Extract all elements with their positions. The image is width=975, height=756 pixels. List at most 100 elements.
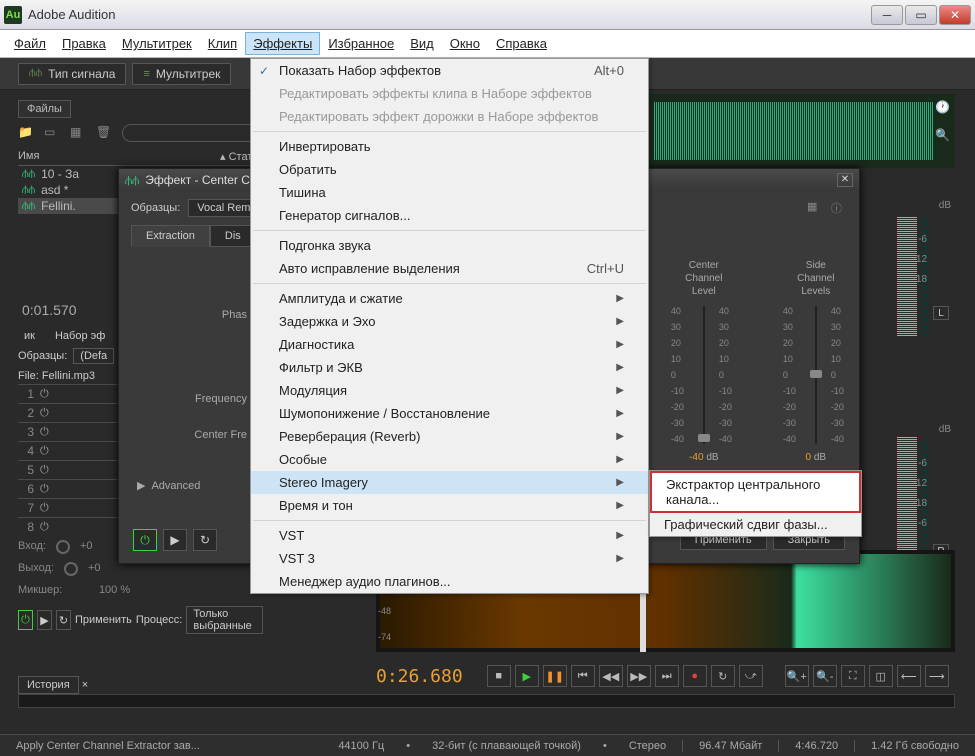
menu-item[interactable]: Время и тон▶ <box>251 494 648 517</box>
preset-dropdown[interactable]: (Defa <box>73 348 114 364</box>
zoom-in-point-button[interactable]: ⟵ <box>897 665 921 687</box>
menu-item[interactable]: Амплитуда и сжатие▶ <box>251 287 648 310</box>
slider-thumb[interactable] <box>698 434 710 442</box>
output-knob[interactable] <box>64 562 78 576</box>
search-input[interactable] <box>122 124 258 142</box>
preview-play-button[interactable]: ▶ <box>163 529 187 551</box>
menu-effects[interactable]: Эффекты <box>245 32 320 55</box>
waveform-icon: ⫛⫛ <box>22 184 35 197</box>
power-icon[interactable]: ⏻ <box>40 502 49 515</box>
zoom-out-button[interactable]: 🔍- <box>813 665 837 687</box>
menu-item[interactable]: ✓Показать Набор эффектовAlt+0 <box>251 59 648 82</box>
tab-effect-rack[interactable]: Набор эф <box>49 328 111 344</box>
tab-unknown[interactable]: ик <box>18 328 41 344</box>
info-icon[interactable]: ⓘ <box>831 200 847 216</box>
new-file-icon[interactable]: ▦ <box>70 125 88 141</box>
effect-power-button[interactable]: ⏻ <box>133 529 157 551</box>
center-level-slider[interactable]: 40 30 20 10 0 -10 -20 -30 -40 40 30 20 1… <box>689 306 719 444</box>
menu-view[interactable]: Вид <box>402 32 442 55</box>
history-tab[interactable]: История <box>18 676 79 694</box>
menu-item[interactable]: VST▶ <box>251 524 648 547</box>
slider-value: 0 dB <box>791 452 841 463</box>
skip-back-button[interactable]: ⏮ <box>571 665 595 687</box>
clock-icon[interactable]: 🕐 <box>935 100 953 114</box>
power-button[interactable]: ⏻ <box>18 610 33 630</box>
menu-item[interactable]: Модуляция▶ <box>251 379 648 402</box>
power-icon[interactable]: ⏻ <box>40 521 49 534</box>
menu-item[interactable]: Шумопонижение / Восстановление▶ <box>251 402 648 425</box>
workspace-tab-waveform[interactable]: ⫛⫛Тип сигнала <box>18 63 126 85</box>
side-level-slider[interactable]: 40 30 20 10 0 -10 -20 -30 -40 40 30 20 1… <box>801 306 831 444</box>
menu-item[interactable]: Особые▶ <box>251 448 648 471</box>
loop-button[interactable]: ↻ <box>711 665 735 687</box>
preset-dropdown[interactable]: Vocal Rem <box>188 199 259 217</box>
record-button[interactable]: ● <box>683 665 707 687</box>
menu-help[interactable]: Справка <box>488 32 555 55</box>
files-tab[interactable]: Файлы <box>18 100 71 118</box>
tab-extraction[interactable]: Extraction <box>131 225 210 247</box>
input-knob[interactable] <box>56 540 70 554</box>
save-preset-icon[interactable]: ▦ <box>807 200 823 216</box>
power-icon[interactable]: ⏻ <box>40 445 49 458</box>
col-name[interactable]: Имя <box>18 150 220 163</box>
minimize-button[interactable]: ─ <box>871 5 903 25</box>
menu-item[interactable]: Менеджер аудио плагинов... <box>251 570 648 593</box>
workspace-tab-multitrack[interactable]: ≡Мультитрек <box>132 63 231 85</box>
dialog-close-button[interactable]: ✕ <box>837 173 853 187</box>
slider-thumb[interactable] <box>810 370 822 378</box>
channel-left[interactable]: L <box>933 306 949 320</box>
menu-item[interactable]: Тишина <box>251 181 648 204</box>
pause-button[interactable]: ❚❚ <box>543 665 567 687</box>
play-button[interactable]: ▶ <box>515 665 539 687</box>
apply-button[interactable]: Применить <box>75 614 132 626</box>
process-dropdown[interactable]: Только выбранные <box>186 606 263 634</box>
stop-button[interactable]: ■ <box>487 665 511 687</box>
zoom-full-button[interactable]: ⛶ <box>841 665 865 687</box>
rewind-button[interactable]: ◀◀ <box>599 665 623 687</box>
import-icon[interactable]: ▭ <box>44 125 62 141</box>
menu-multitrack[interactable]: Мультитрек <box>114 32 200 55</box>
menu-item[interactable]: Задержка и Эхо▶ <box>251 310 648 333</box>
menu-window[interactable]: Окно <box>442 32 488 55</box>
trash-icon[interactable]: 🗑 <box>96 125 114 141</box>
close-button[interactable]: ✕ <box>939 5 971 25</box>
waveform-right <box>897 216 917 336</box>
zoom-selection-button[interactable]: ◫ <box>869 665 893 687</box>
zoom-in-button[interactable]: 🔍+ <box>785 665 809 687</box>
power-icon[interactable]: ⏻ <box>40 464 49 477</box>
power-icon[interactable]: ⏻ <box>40 388 49 401</box>
menu-item[interactable]: Генератор сигналов... <box>251 204 648 227</box>
menu-favorites[interactable]: Избранное <box>320 32 402 55</box>
menu-item[interactable]: Фильтр и ЭКВ▶ <box>251 356 648 379</box>
skip-forward-button[interactable]: ⏭ <box>655 665 679 687</box>
zoom-icon[interactable]: 🔍 <box>935 128 953 142</box>
open-folder-icon[interactable]: 📁 <box>18 125 36 141</box>
menu-item[interactable]: Подгонка звука <box>251 234 648 257</box>
menu-item[interactable]: Авто исправление выделенияCtrl+U <box>251 257 648 280</box>
menu-edit[interactable]: Правка <box>54 32 114 55</box>
menu-item[interactable]: Реверберация (Reverb)▶ <box>251 425 648 448</box>
menu-item[interactable]: VST 3▶ <box>251 547 648 570</box>
power-icon[interactable]: ⏻ <box>40 407 49 420</box>
tab-discrimination[interactable]: Dis <box>210 225 256 247</box>
menu-clip[interactable]: Клип <box>200 32 245 55</box>
menu-file[interactable]: Файл <box>6 32 54 55</box>
maximize-button[interactable]: ▭ <box>905 5 937 25</box>
loop-button[interactable]: ↻ <box>56 610 71 630</box>
status-sample-rate: 44100 Гц <box>332 740 390 752</box>
waveform-graphic <box>654 102 933 160</box>
play-button[interactable]: ▶ <box>37 610 52 630</box>
menu-item[interactable]: Обратить <box>251 158 648 181</box>
menu-item[interactable]: Диагностика▶ <box>251 333 648 356</box>
input-label: Вход: <box>18 540 46 554</box>
preview-loop-button[interactable]: ↻ <box>193 529 217 551</box>
submenu-graphic-phase[interactable]: Графический сдвиг фазы... <box>650 513 861 536</box>
menu-item[interactable]: Stereo Imagery▶ <box>251 471 648 494</box>
power-icon[interactable]: ⏻ <box>40 426 49 439</box>
power-icon[interactable]: ⏻ <box>40 483 49 496</box>
zoom-out-point-button[interactable]: ⟶ <box>925 665 949 687</box>
menu-item[interactable]: Инвертировать <box>251 135 648 158</box>
forward-button[interactable]: ▶▶ <box>627 665 651 687</box>
submenu-center-extractor[interactable]: Экстрактор центрального канала... <box>650 471 861 513</box>
skip-selection-button[interactable]: ⤻ <box>739 665 763 687</box>
